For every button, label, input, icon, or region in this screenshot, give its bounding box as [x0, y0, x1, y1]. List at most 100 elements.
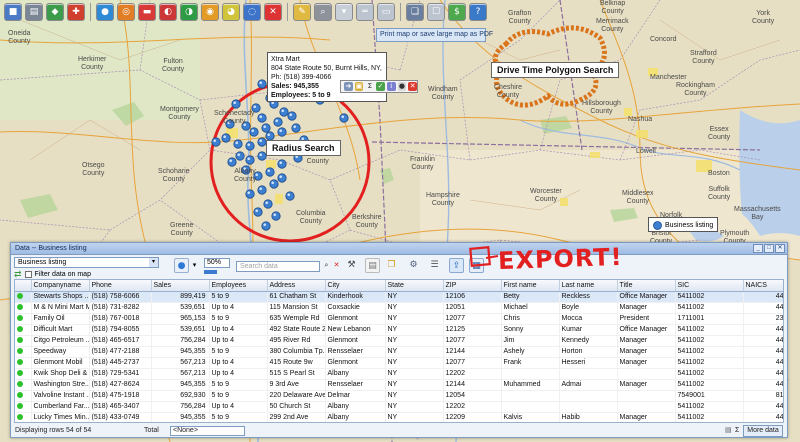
column-header[interactable]: Title [617, 280, 676, 292]
business-pin[interactable] [265, 167, 275, 177]
table-row[interactable]: Cumberland Far... (518) 465-3407 756,284 Up… [15, 401, 783, 413]
clear-icon[interactable]: ✕ [332, 260, 341, 271]
territory-icon[interactable]: ◑ [180, 3, 198, 21]
business-pin[interactable] [235, 151, 245, 161]
business-pin[interactable] [277, 159, 287, 169]
column-header[interactable]: Employees [209, 280, 268, 292]
column-header[interactable]: Companyname [31, 280, 90, 292]
table-row[interactable]: Washington Stre... (518) 427-8624 945,355 5… [15, 379, 783, 391]
total-select[interactable]: <None> [170, 426, 245, 436]
money-icon[interactable]: $ [448, 3, 466, 21]
info-icon[interactable]: i [386, 82, 396, 91]
heatmap-icon[interactable]: ◉ [201, 3, 219, 21]
business-pin[interactable] [269, 179, 279, 189]
zoom-icon[interactable]: ▣ [354, 82, 364, 91]
delete-icon[interactable]: ✕ [264, 3, 282, 21]
chevron-down-icon[interactable]: ▾ [190, 258, 199, 273]
list-icon[interactable]: ☰ [427, 258, 442, 273]
business-pin[interactable] [257, 137, 267, 147]
business-pin[interactable] [231, 99, 241, 109]
column-header[interactable]: Sales [151, 280, 210, 292]
table-row[interactable]: Speedway (518) 477-2188 945,355 5 to 9 380 C… [15, 346, 783, 358]
business-pin[interactable] [261, 221, 271, 231]
business-pin[interactable] [285, 191, 295, 201]
business-pin[interactable] [261, 123, 271, 133]
column-header[interactable]: SIC [675, 280, 744, 292]
sum-icon[interactable]: Σ [365, 82, 374, 91]
business-pin[interactable] [245, 189, 255, 199]
column-header[interactable]: City [325, 280, 386, 292]
save-icon[interactable]: ■ [4, 3, 22, 21]
pdf-icon[interactable]: ❏ [406, 3, 424, 21]
import-icon[interactable]: ✚ [67, 3, 85, 21]
search-go-icon[interactable]: ⌕ [322, 260, 331, 271]
print-icon[interactable]: ▤ [25, 3, 43, 21]
column-header[interactable]: NAICS [743, 280, 783, 292]
column-header[interactable] [15, 280, 32, 292]
circle-icon[interactable]: ◎ [117, 3, 135, 21]
ruler-icon[interactable]: ═ [356, 3, 374, 21]
copy-icon[interactable]: ❐ [384, 258, 399, 273]
business-pin[interactable] [339, 113, 349, 123]
business-pin[interactable] [279, 107, 289, 117]
business-pin[interactable] [277, 173, 287, 183]
tools-icon[interactable]: ⚒ [344, 258, 359, 273]
business-pin[interactable] [233, 139, 243, 149]
minimize-button[interactable]: _ [753, 244, 763, 253]
business-pin[interactable] [263, 199, 273, 209]
business-pin[interactable] [257, 79, 267, 89]
business-pin[interactable] [257, 113, 267, 123]
business-pin[interactable] [257, 185, 267, 195]
search-input[interactable]: Search data [236, 261, 320, 272]
globe-icon[interactable]: ● [96, 3, 114, 21]
maximize-button[interactable]: □ [764, 244, 774, 253]
table-row[interactable]: Citgo Petroleum ... (518) 465-6517 756,284… [15, 335, 783, 347]
dropdown-icon[interactable]: ▾ [335, 3, 353, 21]
business-listing-legend[interactable]: Business listing [648, 217, 719, 232]
table-row[interactable]: Kwik Shop Deli & ... (518) 729-5341 567,21… [15, 368, 783, 380]
close-button[interactable]: ✕ [775, 244, 785, 253]
business-pin[interactable] [249, 127, 259, 137]
globe-icon[interactable]: ● [174, 258, 189, 273]
close-icon[interactable]: ✕ [408, 82, 418, 91]
business-pin[interactable] [245, 141, 255, 151]
business-pin[interactable] [211, 137, 221, 147]
layer-select[interactable]: Business listing ▾ [14, 257, 159, 268]
data-grid[interactable]: Companyname Phone Sales Employees Address Cit… [14, 279, 784, 423]
business-pin[interactable] [253, 207, 263, 217]
chart-icon[interactable]: ◕ [222, 3, 240, 21]
filter-checkbox[interactable] [24, 270, 32, 278]
table-row[interactable]: Lucky Times Min... (518) 433-0749 945,355 5… [15, 412, 783, 422]
table-row[interactable]: Valvoline Instant ... (518) 475-1918 692,9… [15, 390, 783, 402]
export-icon[interactable]: ⇪ [449, 258, 464, 273]
document-icon[interactable]: ▤ [365, 258, 380, 273]
arrow-icon[interactable]: ➜ [344, 82, 353, 91]
column-header[interactable]: First name [501, 280, 560, 292]
legend-icon[interactable]: ▭ [377, 3, 395, 21]
column-header[interactable]: Address [267, 280, 326, 292]
business-pin[interactable] [287, 111, 297, 121]
table-row[interactable]: Stewarts Shops ... (518) 758-6066 899,419 5… [15, 291, 783, 303]
column-header[interactable]: ZIP [443, 280, 502, 292]
more-data-button[interactable]: More data [743, 425, 783, 437]
column-header[interactable]: Last name [559, 280, 618, 292]
window-icon[interactable]: ☐ [427, 3, 445, 21]
settings-icon[interactable]: ⚙ [406, 258, 421, 273]
layers-icon[interactable]: ◆ [46, 3, 64, 21]
grid-icon[interactable]: ▤ [725, 425, 732, 437]
table-row[interactable]: Difficult Mart (518) 794-8055 539,651 Up to… [15, 324, 783, 336]
business-pin[interactable] [265, 131, 275, 141]
column-header[interactable]: Phone [89, 280, 152, 292]
key-icon[interactable]: ✓ [376, 82, 385, 91]
business-pin[interactable] [221, 133, 231, 143]
table-row[interactable]: M & N Mini Mart M...(518) 731-8282539,65… [15, 302, 783, 314]
globe-icon[interactable]: ● [397, 82, 407, 91]
table-row[interactable]: Glenmont Mobil (518) 445-2737 567,213 Up to… [15, 357, 783, 369]
zoom-select[interactable]: 50% [204, 258, 230, 268]
radius-icon[interactable]: ◌ [243, 3, 261, 21]
search-icon[interactable]: ⌕ [314, 3, 332, 21]
business-pin[interactable] [257, 151, 267, 161]
business-pin[interactable] [273, 117, 283, 127]
table-row[interactable]: Family Oil (518) 767-0018 965,153 5 to 9 635… [15, 313, 783, 325]
sum-icon[interactable]: Σ [735, 425, 739, 437]
